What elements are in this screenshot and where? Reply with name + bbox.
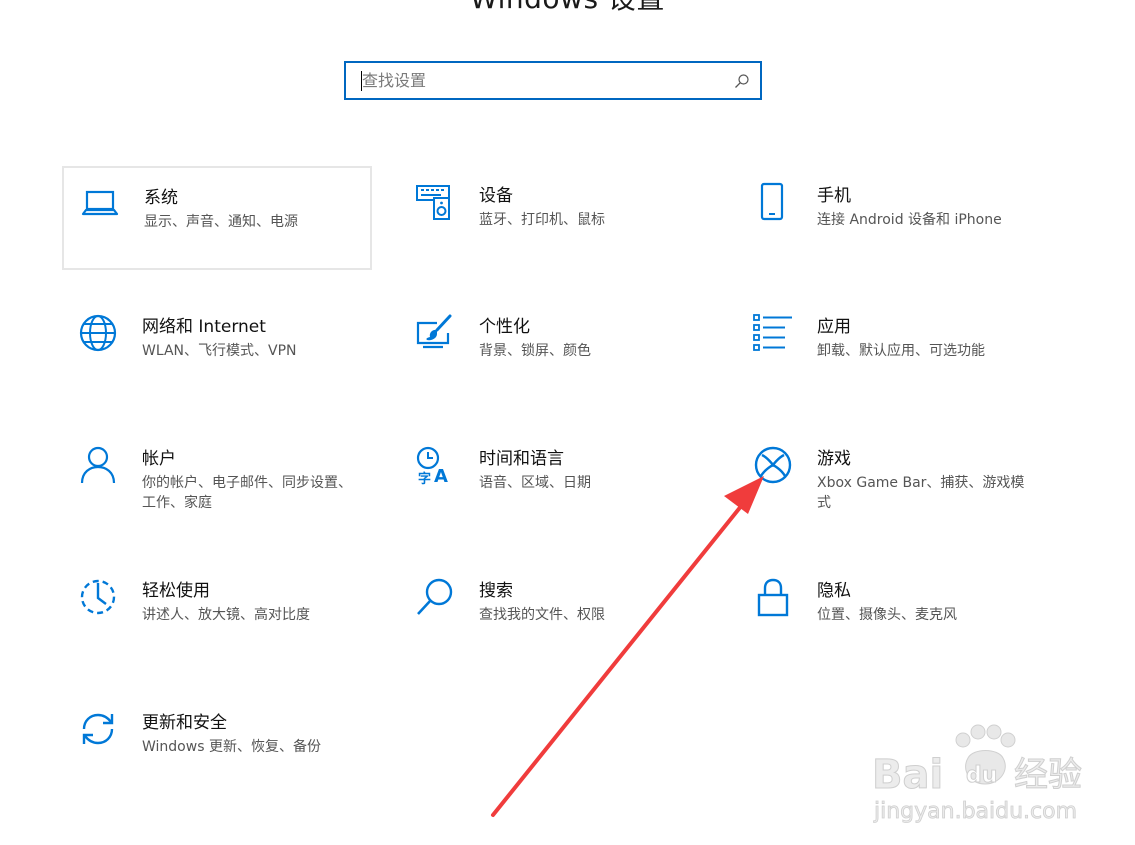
globe-icon: [78, 313, 118, 353]
tile-desc: Windows 更新、恢复、备份: [142, 739, 321, 755]
tile-ease-of-access[interactable]: 轻松使用 讲述人、放大镜、高对比度: [62, 561, 372, 665]
search-glass-icon[interactable]: [734, 73, 750, 89]
tile-title: 更新和安全: [142, 713, 227, 733]
tile-desc: 讲述人、放大镜、高对比度: [142, 607, 310, 623]
tile-network[interactable]: 网络和 Internet WLAN、飞行模式、VPN: [62, 297, 372, 401]
phone-icon: [753, 182, 793, 222]
tile-title: 帐户: [142, 449, 176, 469]
tile-time-language[interactable]: A 字 时间和语言 语音、区域、日期: [399, 429, 709, 533]
tile-title: 搜索: [479, 581, 513, 601]
tile-phone[interactable]: 手机 连接 Android 设备和 iPhone: [737, 166, 1047, 270]
tile-system[interactable]: 系统 显示、声音、通知、电源: [62, 166, 372, 270]
tile-title: 个性化: [479, 317, 530, 337]
tile-title: 轻松使用: [142, 581, 210, 601]
svg-text:A: A: [434, 466, 448, 485]
tile-title: 应用: [817, 317, 851, 337]
sync-icon: [78, 709, 118, 749]
tile-devices[interactable]: 设备 蓝牙、打印机、鼠标: [399, 166, 709, 270]
tile-desc: 蓝牙、打印机、鼠标: [479, 212, 605, 228]
tile-privacy[interactable]: 隐私 位置、摄像头、麦克风: [737, 561, 1047, 665]
apps-list-icon: [753, 313, 793, 353]
watermark-brand-text: Bai: [872, 752, 943, 798]
watermark-label-text: 经验: [1014, 755, 1082, 795]
tile-desc: 位置、摄像头、麦克风: [817, 607, 957, 623]
paint-icon: [415, 313, 455, 353]
tile-apps[interactable]: 应用 卸载、默认应用、可选功能: [737, 297, 1047, 401]
search-input[interactable]: [362, 63, 722, 98]
tile-title: 隐私: [817, 581, 851, 601]
lock-icon: [753, 577, 793, 617]
tile-search[interactable]: 搜索 查找我的文件、权限: [399, 561, 709, 665]
tile-desc: Xbox Game Bar、捕获、游戏模式: [817, 475, 1025, 511]
watermark-url-text: jingyan.baidu.com: [873, 799, 1077, 824]
tile-title: 手机: [817, 186, 851, 206]
tile-gaming[interactable]: 游戏 Xbox Game Bar、捕获、游戏模式: [737, 429, 1047, 533]
svg-text:字: 字: [418, 471, 431, 485]
person-icon: [78, 445, 118, 485]
tile-desc: 查找我的文件、权限: [479, 607, 605, 623]
watermark-brand-du-text: du: [966, 763, 997, 788]
tile-desc: 背景、锁屏、颜色: [479, 343, 591, 359]
tile-desc: WLAN、飞行模式、VPN: [142, 343, 297, 359]
laptop-icon: [80, 184, 120, 224]
search-box[interactable]: [344, 61, 762, 100]
tile-desc: 卸载、默认应用、可选功能: [817, 343, 985, 359]
tile-title: 网络和 Internet: [142, 317, 266, 337]
tile-personalization[interactable]: 个性化 背景、锁屏、颜色: [399, 297, 709, 401]
tile-desc: 显示、声音、通知、电源: [144, 214, 298, 230]
ease-of-access-icon: [78, 577, 118, 617]
time-language-icon: A 字: [415, 445, 455, 485]
tile-accounts[interactable]: 帐户 你的帐户、电子邮件、同步设置、工作、家庭: [62, 429, 372, 533]
tile-title: 时间和语言: [479, 449, 564, 469]
tile-title: 系统: [144, 188, 178, 208]
devices-icon: [415, 182, 455, 222]
xbox-icon: [753, 445, 793, 485]
settings-window: Windows 设置 系统 显示、声音、通知、电源: [0, 0, 1135, 845]
tile-desc: 你的帐户、电子邮件、同步设置、工作、家庭: [142, 475, 352, 511]
tile-update-security[interactable]: 更新和安全 Windows 更新、恢复、备份: [62, 693, 372, 797]
tile-desc: 连接 Android 设备和 iPhone: [817, 212, 1002, 228]
baidu-watermark-logo: Bai du 经验 jingyan.baidu.com: [872, 724, 1083, 824]
page-title: Windows 设置: [0, 0, 1135, 16]
tile-desc: 语音、区域、日期: [479, 475, 591, 491]
search-icon: [415, 577, 455, 617]
tile-title: 设备: [479, 186, 513, 206]
tile-title: 游戏: [817, 449, 851, 469]
